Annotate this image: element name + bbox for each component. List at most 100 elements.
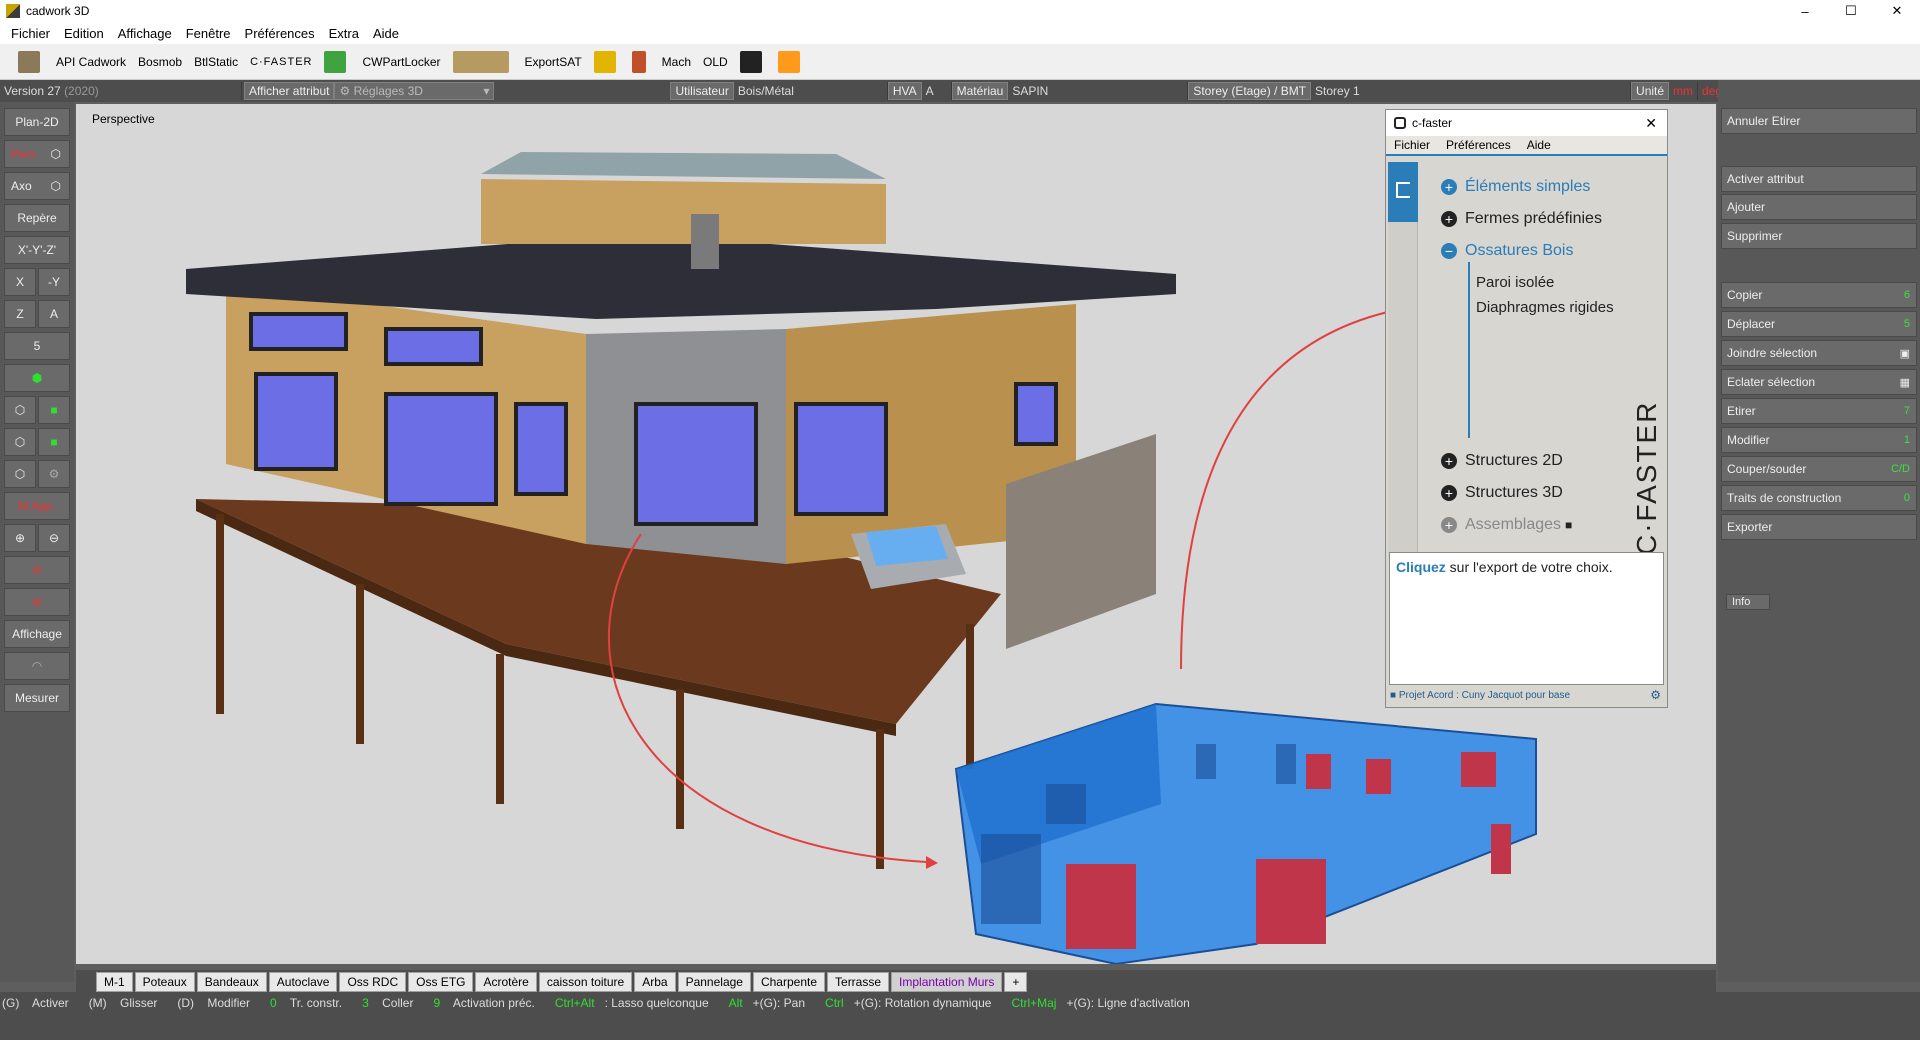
plugin-lock[interactable]: [777, 48, 804, 76]
wire-cube-button[interactable]: ⬡: [4, 396, 36, 424]
shaded-cube-button[interactable]: ■: [38, 428, 70, 456]
storey-value[interactable]: Storey 1: [1311, 82, 1632, 100]
multi-app-button[interactable]: M.App.: [4, 492, 70, 520]
plugin-export-green[interactable]: [324, 48, 350, 76]
cfaster-settings-icon[interactable]: ⚙: [1650, 688, 1661, 702]
add-button[interactable]: Ajouter: [1721, 194, 1917, 220]
menu-aide[interactable]: Aide: [366, 26, 406, 41]
minimize-button[interactable]: –: [1782, 0, 1828, 22]
xyz-button[interactable]: X'-Y'-Z': [4, 236, 70, 264]
tree-assemblages[interactable]: + Assemblages ■: [1441, 516, 1572, 534]
tab-pannelage[interactable]: Pannelage: [677, 972, 751, 992]
x-button[interactable]: X: [4, 268, 36, 296]
cut-weld-button[interactable]: Couper/souder C/D: [1721, 456, 1917, 482]
menu-fichier[interactable]: Fichier: [4, 26, 57, 41]
tree-elements-simples[interactable]: + Éléments simples: [1441, 178, 1590, 196]
mesurer-button[interactable]: Mesurer: [4, 684, 70, 712]
affichage-button[interactable]: Affichage: [4, 620, 70, 648]
tree-diaphragmes-rigides[interactable]: Diaphragmes rigides: [1476, 299, 1614, 316]
plugin-api-cadwork[interactable]: API Cadwork: [56, 48, 126, 76]
plugin-cfaster[interactable]: C·FASTER: [250, 48, 312, 76]
plan-2d-button[interactable]: Plan-2D: [4, 108, 70, 136]
plugin-wood[interactable]: [452, 48, 513, 76]
cfaster-hint-link[interactable]: Cliquez: [1396, 559, 1446, 575]
zoom-in-button[interactable]: ⊕: [4, 524, 36, 552]
move-button[interactable]: Déplacer 5: [1721, 311, 1917, 337]
tab-oss-rdc[interactable]: Oss RDC: [339, 972, 407, 992]
info-tab[interactable]: Info: [1726, 594, 1770, 610]
solid-cube-button[interactable]: ■: [38, 396, 70, 424]
plugin-cwpartlocker[interactable]: CWPartLocker: [362, 48, 440, 76]
menu-extra[interactable]: Extra: [322, 26, 366, 41]
tab-oss-etg[interactable]: Oss ETG: [408, 972, 474, 992]
tab-terrasse[interactable]: Terrasse: [827, 972, 890, 992]
construction-lines-button[interactable]: Traits de construction 0: [1721, 485, 1917, 511]
zoom-window-button[interactable]: ⊘: [4, 556, 70, 584]
tab-add[interactable]: +: [1004, 972, 1028, 992]
explode-selection-button[interactable]: Eclater sélection ▦: [1721, 369, 1917, 395]
protractor-button[interactable]: ◠: [4, 652, 70, 680]
tab-acrotere[interactable]: Acrotère: [475, 972, 537, 992]
tab-m-1[interactable]: M-1: [96, 972, 133, 992]
copy-button[interactable]: Copier 6: [1721, 282, 1917, 308]
plugin-book[interactable]: [18, 48, 44, 76]
tree-structures-2d[interactable]: + Structures 2D: [1441, 452, 1563, 470]
plugin-figure[interactable]: [631, 48, 650, 76]
activate-attribute-button[interactable]: Activer attribut: [1721, 166, 1917, 192]
axo-button[interactable]: Axo ⬡: [4, 172, 70, 200]
tab-arba[interactable]: Arba: [634, 972, 676, 992]
delete-button[interactable]: Supprimer: [1721, 223, 1917, 249]
settings-3d-dropdown[interactable]: ⚙ Réglages 3D ▾: [334, 82, 495, 100]
join-selection-button[interactable]: Joindre sélection ▣: [1721, 340, 1917, 366]
unit-length[interactable]: mm: [1669, 82, 1699, 100]
repere-button[interactable]: Repère: [4, 204, 70, 232]
tab-bandeaux[interactable]: Bandeaux: [196, 972, 267, 992]
tab-implantation-murs[interactable]: Implantation Murs: [891, 972, 1003, 992]
render-cube-button[interactable]: ⬡: [4, 460, 36, 488]
zoom-out-button[interactable]: ⊖: [38, 524, 70, 552]
material-value[interactable]: SAPIN: [1008, 82, 1189, 100]
tab-caisson-toiture[interactable]: caisson toiture: [538, 972, 633, 992]
view-green-cube-button[interactable]: ⬢: [4, 364, 70, 392]
plugin-cube[interactable]: [739, 48, 766, 76]
a-button[interactable]: A: [38, 300, 70, 328]
tree-ossatures-bois[interactable]: − Ossatures Bois: [1441, 242, 1573, 260]
z-button[interactable]: Z: [4, 300, 36, 328]
menu-affichage[interactable]: Affichage: [111, 26, 179, 41]
stretch-button[interactable]: Etirer 7: [1721, 398, 1917, 424]
plugin-btlstatic[interactable]: BtlStatic: [194, 48, 238, 76]
plugin-old[interactable]: OLD: [703, 48, 728, 76]
menu-preferences[interactable]: Préférences: [238, 26, 322, 41]
cfaster-menu-aide[interactable]: Aide: [1519, 138, 1559, 152]
close-button[interactable]: ✕: [1874, 0, 1920, 22]
zoom-all-button[interactable]: ⊛: [4, 588, 70, 616]
hidden-line-button[interactable]: ⬡: [4, 428, 36, 456]
tab-autoclave[interactable]: Autoclave: [268, 972, 338, 992]
tab-poteaux[interactable]: Poteaux: [134, 972, 195, 992]
user-value[interactable]: Bois/Métal: [734, 82, 888, 100]
five-button[interactable]: 5: [4, 332, 70, 360]
cfaster-menu-fichier[interactable]: Fichier: [1386, 138, 1438, 152]
perspective-button[interactable]: Pers ⬡: [4, 140, 70, 168]
plugin-exportsat[interactable]: ExportSAT: [525, 48, 582, 76]
show-attribute-button[interactable]: Afficher attribut: [244, 82, 335, 100]
minus-y-button[interactable]: -Y: [38, 268, 70, 296]
plugin-bosmob[interactable]: Bosmob: [138, 48, 182, 76]
modify-button[interactable]: Modifier 1: [1721, 427, 1917, 453]
tree-structures-3d[interactable]: + Structures 3D: [1441, 484, 1563, 502]
tree-paroi-isolee[interactable]: Paroi isolée: [1476, 274, 1554, 291]
tab-charpente[interactable]: Charpente: [752, 972, 826, 992]
cfaster-tab-main[interactable]: [1388, 162, 1418, 222]
tree-fermes-predefinies[interactable]: + Fermes prédéfinies: [1441, 210, 1602, 228]
plugin-csv[interactable]: [593, 48, 620, 76]
undo-stretch-button[interactable]: Annuler Etirer: [1721, 108, 1917, 134]
hva-value[interactable]: A: [922, 82, 952, 100]
menu-fenetre[interactable]: Fenêtre: [179, 26, 238, 41]
cfaster-menu-preferences[interactable]: Préférences: [1438, 138, 1519, 152]
menu-edition[interactable]: Edition: [57, 26, 111, 41]
plugin-mach[interactable]: Mach: [662, 48, 691, 76]
export-button[interactable]: Exporter: [1721, 514, 1917, 540]
cfaster-close-icon[interactable]: ✕: [1645, 115, 1657, 132]
render-settings-button[interactable]: ⚙: [38, 460, 70, 488]
maximize-button[interactable]: ☐: [1828, 0, 1874, 22]
